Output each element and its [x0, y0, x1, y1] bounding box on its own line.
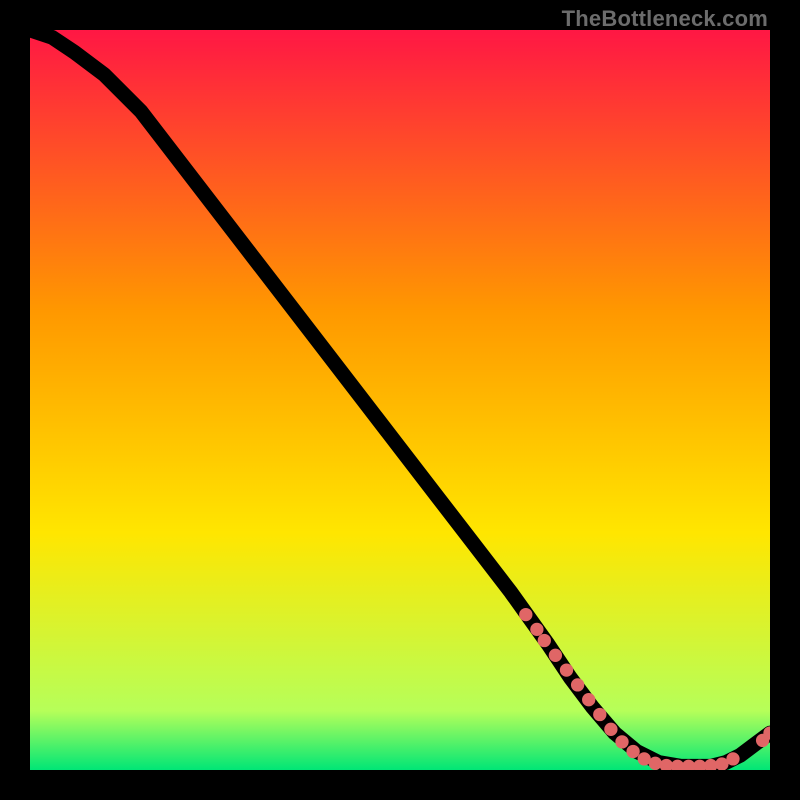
data-point — [530, 623, 543, 636]
chart-overlay — [30, 30, 770, 770]
data-point — [726, 752, 739, 765]
data-point — [649, 757, 662, 770]
data-point — [593, 708, 606, 721]
data-point — [615, 735, 628, 748]
chart-stage: TheBottleneck.com — [0, 0, 800, 800]
data-point — [560, 663, 573, 676]
data-point — [626, 745, 639, 758]
data-point — [549, 649, 562, 662]
watermark-label: TheBottleneck.com — [562, 6, 768, 32]
data-point — [582, 693, 595, 706]
data-point — [519, 608, 532, 621]
data-point — [538, 634, 551, 647]
plot-area — [30, 30, 770, 770]
bottleneck-curve — [30, 30, 770, 766]
data-markers — [519, 608, 770, 770]
data-point — [604, 723, 617, 736]
data-point — [571, 678, 584, 691]
